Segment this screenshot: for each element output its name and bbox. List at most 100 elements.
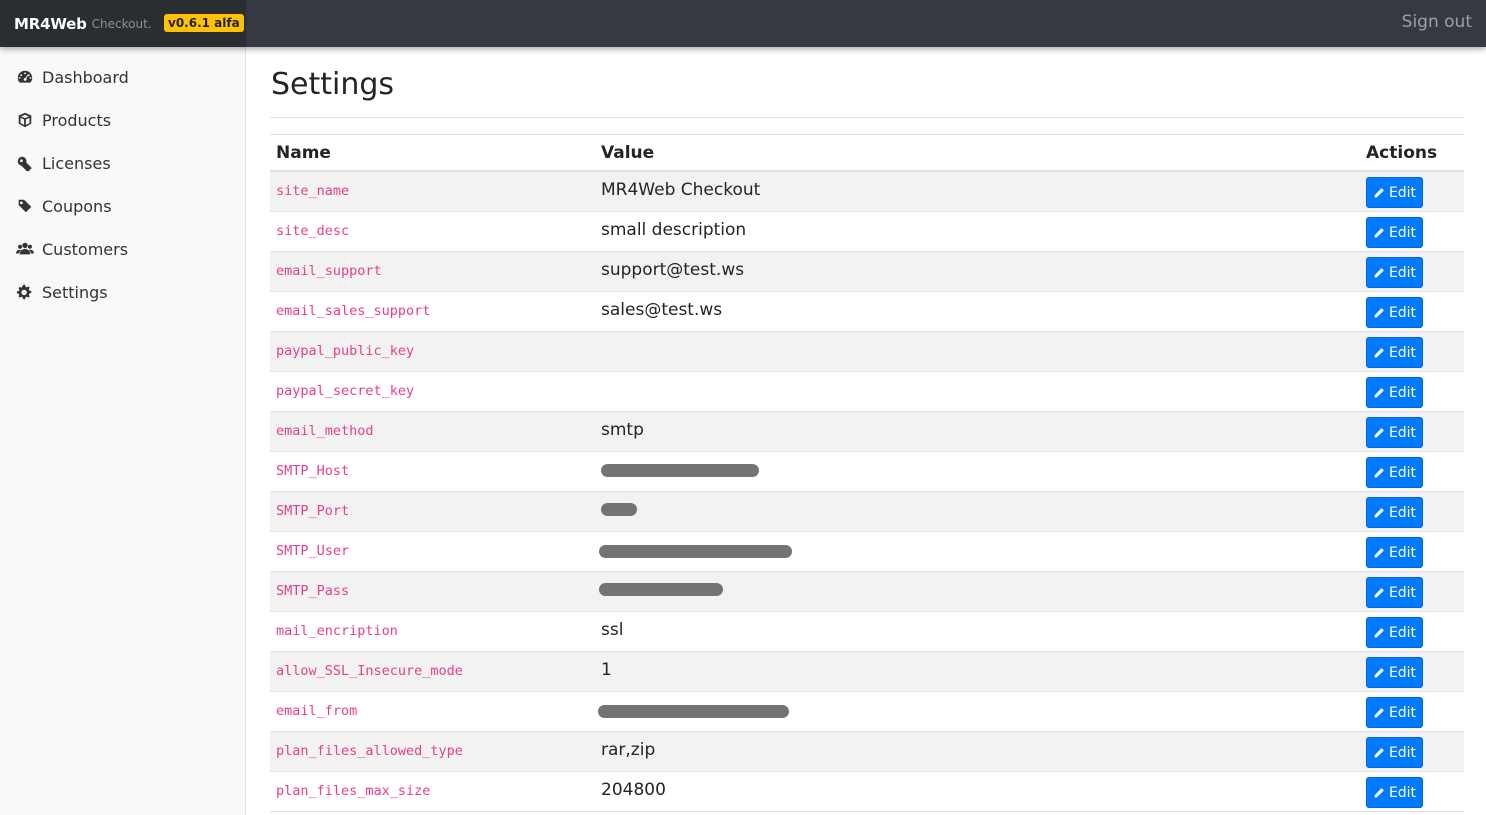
setting-name: allow_SSL_Insecure_mode bbox=[276, 663, 463, 679]
edit-button[interactable]: Edit bbox=[1366, 377, 1423, 408]
divider bbox=[270, 117, 1464, 118]
table-row: SMTP_Port Edit bbox=[270, 492, 1464, 532]
sidebar-item-settings[interactable]: Settings bbox=[16, 277, 108, 307]
page-title: Settings bbox=[271, 67, 395, 102]
box-icon bbox=[18, 112, 32, 128]
edit-button-label: Edit bbox=[1388, 224, 1417, 241]
sidebar-item-licenses[interactable]: Licenses bbox=[16, 148, 111, 178]
table-row: email_from Edit bbox=[270, 692, 1464, 732]
edit-button[interactable]: Edit bbox=[1366, 257, 1423, 288]
edit-button[interactable]: Edit bbox=[1366, 417, 1423, 448]
setting-value: sales@test.ws bbox=[601, 300, 723, 320]
pencil-icon bbox=[1374, 187, 1384, 197]
pencil-icon bbox=[1374, 587, 1384, 597]
edit-button-label: Edit bbox=[1388, 264, 1417, 281]
sidebar-item-label: Products bbox=[42, 110, 112, 130]
edit-button[interactable]: Edit bbox=[1366, 457, 1423, 488]
pencil-icon bbox=[1374, 547, 1384, 557]
brand-subtitle: Checkout. bbox=[91, 16, 152, 31]
setting-value: 1 bbox=[601, 660, 612, 680]
setting-name: paypal_public_key bbox=[276, 343, 415, 359]
edit-button-label: Edit bbox=[1388, 544, 1417, 561]
edit-button[interactable]: Edit bbox=[1366, 737, 1423, 768]
column-header-actions: Actions bbox=[1366, 143, 1438, 163]
sidebar-item-coupons[interactable]: Coupons bbox=[16, 191, 112, 221]
setting-name: SMTP_Pass bbox=[276, 583, 350, 599]
table-row: SMTP_Host Edit bbox=[270, 452, 1464, 492]
edit-button-label: Edit bbox=[1388, 344, 1417, 361]
table-row: plan_files_allowed_type rar,zip Edit bbox=[270, 732, 1464, 772]
table-row: email_support support@test.ws Edit bbox=[270, 252, 1464, 292]
brand-name: MR4Web bbox=[14, 14, 87, 33]
table-row: email_method smtp Edit bbox=[270, 412, 1464, 452]
table-row: SMTP_User Edit bbox=[270, 532, 1464, 572]
column-header-name: Name bbox=[276, 143, 331, 163]
redacted-value bbox=[598, 705, 789, 718]
edit-button[interactable]: Edit bbox=[1366, 537, 1423, 568]
setting-name: site_desc bbox=[276, 223, 350, 239]
edit-button-label: Edit bbox=[1388, 664, 1417, 681]
column-header-value: Value bbox=[601, 143, 655, 163]
pencil-icon bbox=[1374, 427, 1384, 437]
edit-button-label: Edit bbox=[1388, 704, 1417, 721]
sidebar-item-label: Customers bbox=[42, 239, 129, 259]
table-row: paypal_public_key Edit bbox=[270, 332, 1464, 372]
table-row: email_sales_support sales@test.ws Edit bbox=[270, 292, 1464, 332]
table-row: site_name MR4Web Checkout Edit bbox=[270, 172, 1464, 212]
top-navbar: MR4Web Checkout. v0.6.1 alfa Sign out bbox=[0, 0, 1486, 47]
sidebar: Dashboard Products Licenses Coupons Cust… bbox=[0, 47, 246, 815]
edit-button[interactable]: Edit bbox=[1366, 577, 1423, 608]
edit-button[interactable]: Edit bbox=[1366, 617, 1423, 648]
setting-value: MR4Web Checkout bbox=[601, 180, 761, 200]
setting-name: email_method bbox=[276, 423, 374, 439]
setting-value: ssl bbox=[601, 620, 624, 640]
setting-name: SMTP_User bbox=[276, 543, 350, 559]
edit-button[interactable]: Edit bbox=[1366, 337, 1423, 368]
pencil-icon bbox=[1374, 347, 1384, 357]
setting-name: paypal_secret_key bbox=[276, 383, 415, 399]
users-icon bbox=[16, 242, 34, 255]
setting-name: plan_files_max_size bbox=[276, 783, 431, 799]
redacted-value bbox=[601, 503, 637, 516]
dashboard-icon bbox=[17, 70, 33, 83]
edit-button-label: Edit bbox=[1388, 304, 1417, 321]
edit-button[interactable]: Edit bbox=[1366, 297, 1423, 328]
edit-button[interactable]: Edit bbox=[1366, 657, 1423, 688]
pencil-icon bbox=[1374, 267, 1384, 277]
pencil-icon bbox=[1374, 627, 1384, 637]
sidebar-item-customers[interactable]: Customers bbox=[16, 234, 128, 264]
sign-out-link[interactable]: Sign out bbox=[1402, 12, 1472, 32]
edit-button-label: Edit bbox=[1388, 384, 1417, 401]
sidebar-item-label: Settings bbox=[42, 282, 108, 302]
sidebar-item-label: Coupons bbox=[42, 196, 112, 216]
edit-button[interactable]: Edit bbox=[1366, 177, 1423, 208]
table-row: paypal_secret_key Edit bbox=[270, 372, 1464, 412]
redacted-value bbox=[599, 583, 723, 596]
edit-button-label: Edit bbox=[1388, 184, 1417, 201]
table-header: Name Value Actions bbox=[270, 135, 1464, 172]
sidebar-item-products[interactable]: Products bbox=[16, 105, 111, 135]
edit-button[interactable]: Edit bbox=[1366, 497, 1423, 528]
pencil-icon bbox=[1374, 667, 1384, 677]
pencil-icon bbox=[1374, 307, 1384, 317]
gears-icon bbox=[16, 284, 32, 300]
edit-button-label: Edit bbox=[1388, 504, 1417, 521]
setting-name: SMTP_Port bbox=[276, 503, 350, 519]
setting-name: SMTP_Host bbox=[276, 463, 350, 479]
setting-name: site_name bbox=[276, 183, 350, 199]
setting-value: rar,zip bbox=[601, 740, 656, 760]
pencil-icon bbox=[1374, 707, 1384, 717]
setting-value: smtp bbox=[601, 420, 644, 440]
setting-name: plan_files_allowed_type bbox=[276, 743, 463, 759]
setting-value: small description bbox=[601, 220, 747, 240]
pencil-icon bbox=[1374, 467, 1384, 477]
edit-button[interactable]: Edit bbox=[1366, 697, 1423, 728]
edit-button[interactable]: Edit bbox=[1366, 777, 1423, 808]
edit-button-label: Edit bbox=[1388, 584, 1417, 601]
sidebar-item-dashboard[interactable]: Dashboard bbox=[16, 62, 129, 92]
edit-button-label: Edit bbox=[1388, 624, 1417, 641]
edit-button[interactable]: Edit bbox=[1366, 217, 1423, 248]
table-row: plan_files_max_size 204800 Edit bbox=[270, 772, 1464, 812]
sidebar-item-label: Licenses bbox=[42, 153, 111, 173]
redacted-value bbox=[599, 545, 792, 558]
